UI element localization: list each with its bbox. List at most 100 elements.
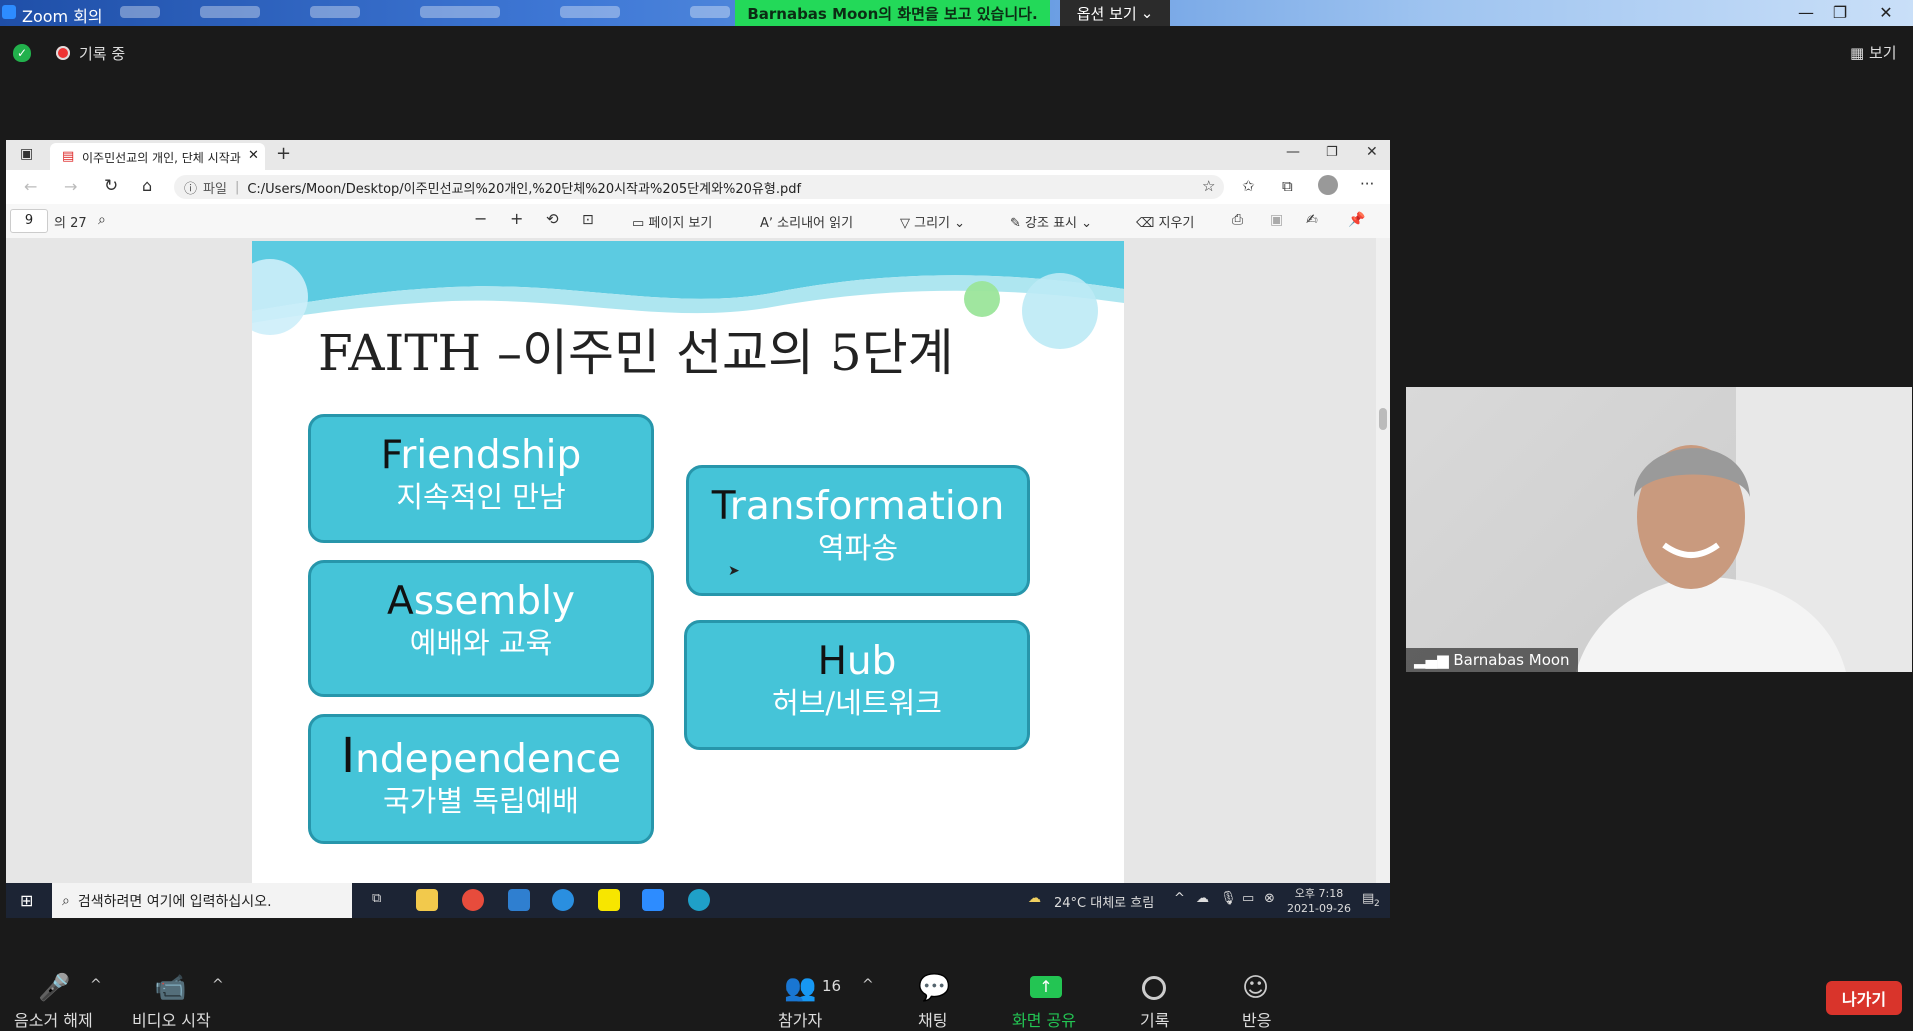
minimize-icon[interactable]: — — [1286, 144, 1300, 160]
chevron-down-icon: ⌄ — [950, 216, 966, 231]
save-icon[interactable]: ▣ — [1270, 212, 1283, 228]
unmute-button[interactable]: 음소거 해제 — [14, 1007, 93, 1031]
page-number-input[interactable]: 9 — [10, 209, 48, 233]
erase-button[interactable]: ⌫ 지우기 — [1136, 212, 1194, 231]
encryption-shield-icon[interactable]: ✓ — [13, 44, 31, 62]
print-icon[interactable]: ⎙ — [1232, 212, 1243, 228]
zoom-app-icon[interactable] — [642, 889, 664, 911]
notification-icon[interactable]: ▤ — [1362, 891, 1374, 906]
share-screen-icon[interactable]: ↑ — [1030, 976, 1062, 998]
pdf-icon: ▤ — [62, 149, 75, 164]
url-input[interactable]: ⓘ 파일 | C:/Users/Moon/Desktop/이주민선교의%20개인… — [174, 175, 1224, 199]
taskbar-time[interactable]: 오후 7:18 — [1290, 885, 1348, 901]
participant-video[interactable]: ▂▄▆ Barnabas Moon — [1406, 387, 1912, 672]
new-tab-icon[interactable]: + — [276, 143, 291, 164]
view-layout-label: 보기 — [1868, 44, 1897, 62]
participants-chevron-icon[interactable]: ^ — [862, 977, 874, 993]
video-off-icon[interactable]: 📹 — [154, 973, 186, 1003]
read-aloud-button[interactable]: Aʼ 소리내어 읽기 — [760, 212, 853, 231]
collections-icon[interactable]: ⧉ — [1282, 177, 1293, 195]
profile-avatar[interactable] — [1318, 175, 1338, 195]
taskbar-date[interactable]: 2021-09-26 — [1284, 902, 1354, 915]
stage-independence: Independence 국가별 독립예배 — [308, 714, 654, 844]
stage-hub: Hub 허브/네트워크 — [684, 620, 1030, 750]
pdf-scrollbar[interactable] — [1376, 238, 1390, 883]
recording-status: 기록 중 — [79, 45, 126, 63]
share-screen-button[interactable]: 화면 공유 — [1012, 1007, 1076, 1031]
internet-explorer-icon[interactable] — [552, 889, 574, 911]
close-tab-icon[interactable]: ✕ — [248, 148, 259, 163]
task-view-icon[interactable]: ⧉ — [372, 891, 381, 906]
kakaotalk-icon[interactable] — [598, 889, 620, 911]
favorite-add-icon[interactable]: ☆ — [1202, 177, 1215, 195]
tab-title: 이주민선교의 개인, 단체 시작과 — [82, 151, 241, 165]
save-as-icon[interactable]: ✍ — [1306, 212, 1318, 228]
browser-tab[interactable]: ▤ 이주민선교의 개인, 단체 시작과 ✕ — [50, 143, 265, 170]
zoom-out-icon[interactable]: − — [474, 209, 487, 228]
network-icon[interactable]: ⊗ — [1264, 891, 1275, 906]
chrome-icon[interactable] — [462, 889, 484, 911]
audio-options-chevron-icon[interactable]: ^ — [90, 977, 102, 993]
weather-text: 24°C 대체로 흐림 — [1054, 896, 1155, 911]
close-window-button[interactable]: ✕ — [1868, 0, 1904, 24]
stage-name: riendship — [400, 433, 582, 478]
minimize-window-button[interactable]: — — [1788, 0, 1824, 24]
stage-initial: A — [387, 579, 414, 624]
page-total: 의 27 — [54, 216, 87, 231]
stage-initial: T — [711, 484, 730, 529]
reactions-icon[interactable]: ☺ — [1242, 973, 1269, 1003]
fit-page-icon[interactable]: ⊡ — [582, 212, 594, 228]
store-icon[interactable] — [508, 889, 530, 911]
scrollbar-thumb[interactable] — [1379, 408, 1387, 430]
stage-korean: 예배와 교육 — [409, 626, 553, 660]
page-view-button[interactable]: ▭ 페이지 보기 — [632, 212, 712, 231]
microphone-muted-icon[interactable]: 🎤 — [38, 973, 70, 1003]
chat-icon[interactable]: 💬 — [918, 973, 950, 1003]
pin-toolbar-icon[interactable]: 📌 — [1348, 212, 1365, 228]
microphone-icon[interactable]: 🎙 — [1220, 891, 1237, 906]
refresh-icon[interactable]: ↻ — [104, 176, 118, 196]
file-explorer-icon[interactable] — [416, 889, 438, 911]
restore-window-button[interactable]: ❐ — [1822, 0, 1858, 24]
view-options-label: 옵션 보기 — [1076, 4, 1137, 23]
draw-button[interactable]: ▽ 그리기 ⌄ — [900, 212, 965, 231]
video-options-chevron-icon[interactable]: ^ — [212, 977, 224, 993]
stage-initial: H — [817, 639, 847, 684]
windows-start-icon[interactable]: ⊞ — [20, 891, 33, 910]
forward-icon[interactable]: → — [64, 177, 77, 196]
record-button[interactable]: 기록 — [1140, 1007, 1169, 1031]
browser-tab-bar: ▣ ▤ 이주민선교의 개인, 단체 시작과 ✕ + — ❐ ✕ — [6, 140, 1390, 170]
highlight-button[interactable]: ✎ 강조 표시 ⌄ — [1010, 212, 1092, 231]
close-icon[interactable]: ✕ — [1366, 144, 1378, 160]
record-icon[interactable] — [1142, 976, 1166, 1000]
more-menu-icon[interactable]: ··· — [1360, 175, 1374, 193]
zoom-in-icon[interactable]: + — [510, 209, 523, 228]
home-icon[interactable]: ⌂ — [142, 176, 152, 195]
edge-icon[interactable] — [688, 889, 710, 911]
search-icon: ⌕ — [62, 892, 70, 909]
battery-icon[interactable]: ▭ — [1242, 891, 1254, 906]
page-view-icon: ▭ — [632, 216, 649, 231]
participants-icon[interactable]: 👥 — [784, 973, 816, 1003]
back-icon[interactable]: ← — [24, 177, 37, 196]
search-icon[interactable]: ⌕ — [98, 212, 106, 228]
stage-name: ndependence — [355, 737, 621, 782]
rotate-icon[interactable]: ⟲ — [546, 210, 559, 228]
view-layout-button[interactable]: ▦ 보기 — [1850, 42, 1897, 63]
tab-actions-icon[interactable]: ▣ — [20, 146, 33, 162]
start-video-button[interactable]: 비디오 시작 — [132, 1007, 211, 1031]
draw-icon: ▽ — [900, 216, 915, 231]
reactions-button[interactable]: 반응 — [1242, 1007, 1271, 1031]
favorites-icon[interactable]: ✩ — [1242, 177, 1255, 195]
participants-button[interactable]: 참가자 — [778, 1007, 822, 1031]
tray-chevron-up-icon[interactable]: ^ — [1174, 891, 1185, 906]
view-options-button[interactable]: 옵션 보기 ⌄ — [1060, 0, 1170, 26]
taskbar-search[interactable]: ⌕ 검색하려면 여기에 입력하십시오. — [52, 883, 352, 918]
windows-taskbar: ⊞ ⌕ 검색하려면 여기에 입력하십시오. ⧉ ☁ 24°C 대체로 흐림 ^ … — [6, 883, 1390, 918]
stage-korean: 국가별 독립예배 — [383, 784, 579, 818]
leave-meeting-button[interactable]: 나가기 — [1826, 981, 1902, 1015]
eraser-icon: ⌫ — [1136, 216, 1159, 231]
onedrive-icon[interactable]: ☁ — [1196, 891, 1209, 906]
maximize-icon[interactable]: ❐ — [1326, 145, 1338, 160]
chat-button[interactable]: 채팅 — [918, 1007, 947, 1031]
